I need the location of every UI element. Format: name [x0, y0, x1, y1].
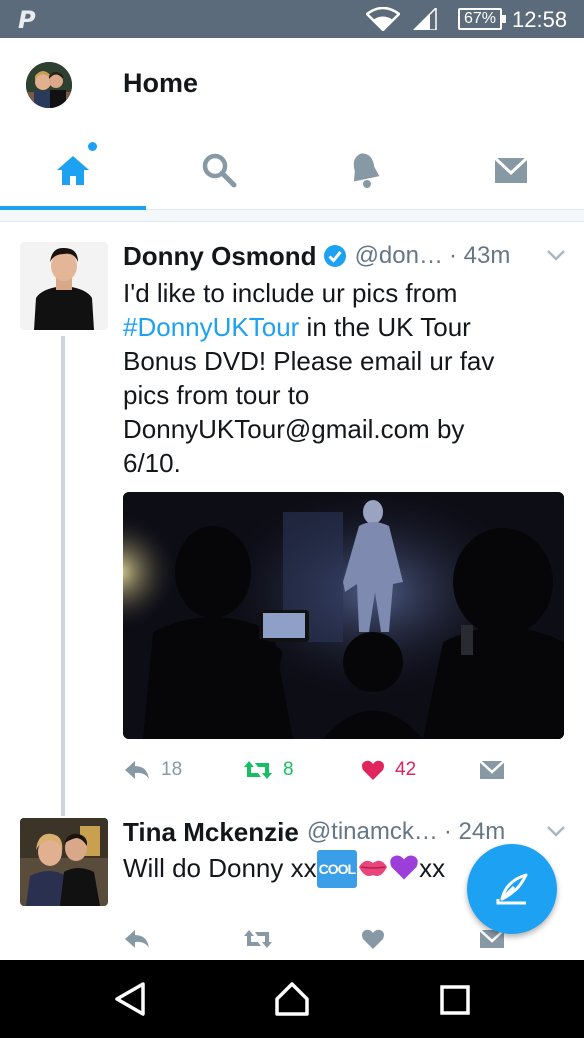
tweet-timestamp: · 43m	[448, 242, 511, 269]
tweet-text-line: Will do Donny xx	[123, 853, 317, 883]
thread-line	[61, 336, 65, 816]
notification-dot	[88, 142, 97, 151]
home-icon	[57, 156, 89, 185]
search-icon	[202, 153, 237, 188]
retweet-icon	[244, 930, 272, 948]
tweet-avatar[interactable]	[20, 242, 108, 330]
cool-emoji: COOL	[316, 850, 358, 888]
tweet-text-line: 6/10.	[123, 448, 181, 478]
purple-heart-icon	[390, 855, 418, 880]
retweet-button[interactable]	[243, 924, 273, 954]
wifi-icon	[366, 7, 400, 31]
page-title: Home	[123, 68, 199, 98]
home-circle-icon[interactable]	[273, 981, 311, 1017]
tab-messages[interactable]	[438, 130, 584, 210]
verified-icon	[323, 245, 346, 267]
compose-feather-icon	[496, 873, 528, 905]
chevron-down-icon[interactable]	[546, 248, 566, 262]
heart-icon	[362, 929, 384, 949]
bell-icon	[353, 153, 380, 188]
tweet-text-line: I'd like to include ur pics from	[123, 278, 458, 308]
reply-icon	[125, 761, 149, 779]
chevron-down-icon[interactable]	[546, 824, 566, 838]
recents-icon[interactable]	[438, 981, 472, 1017]
retweet-icon	[244, 761, 272, 779]
tweet-timestamp: · 24m	[443, 818, 506, 845]
dm-button[interactable]	[479, 755, 505, 785]
reply-count: 18	[161, 759, 183, 780]
status-bar: P 67% 12:58	[0, 0, 584, 38]
envelope-icon	[479, 760, 505, 779]
heart-icon	[362, 760, 384, 780]
author-name[interactable]: Donny Osmond	[123, 241, 317, 272]
signal-icon	[412, 8, 437, 30]
back-icon[interactable]	[113, 981, 147, 1017]
kiss-lips-icon	[359, 860, 388, 876]
retweet-button[interactable]: 8	[243, 755, 294, 785]
tweet-media-photo[interactable]	[123, 492, 564, 739]
reply-button[interactable]	[123, 924, 151, 954]
battery-indicator: 67%	[458, 8, 506, 30]
reply-button[interactable]: 18	[123, 755, 182, 785]
tweet-actions: 18 8 42	[123, 755, 563, 785]
tab-home[interactable]	[0, 130, 146, 210]
tweet-header: Donny Osmond @don… · 43m	[123, 240, 510, 272]
tab-notifications[interactable]	[292, 130, 438, 210]
tweet-header: Tina Mckenzie @tinamck… · 24m	[123, 816, 505, 848]
author-name[interactable]: Tina Mckenzie	[123, 817, 299, 848]
status-clock: 12:58	[512, 7, 568, 32]
tab-bar	[0, 130, 584, 210]
like-button[interactable]	[361, 924, 385, 954]
system-nav-bar	[0, 960, 584, 1038]
author-handle: @tinamck…	[306, 818, 438, 845]
paypal-icon: P	[18, 6, 36, 34]
envelope-icon	[493, 156, 529, 183]
feed-divider	[0, 210, 584, 222]
retweet-count: 8	[283, 759, 294, 780]
tab-search[interactable]	[146, 130, 292, 210]
like-count: 42	[395, 759, 417, 780]
tweet-text-line: DonnyUKTour@gmail.com by	[123, 414, 465, 444]
author-handle: @don…	[354, 242, 443, 269]
tweet-avatar[interactable]	[20, 818, 108, 906]
reply-icon	[125, 930, 149, 948]
hashtag-link[interactable]: #DonnyUKTour	[123, 312, 299, 342]
profile-avatar[interactable]	[26, 62, 72, 108]
like-button[interactable]: 42	[361, 755, 416, 785]
tweet-text: I'd like to include ur pics from #DonnyU…	[123, 276, 563, 480]
tweet-text-line: in the UK Tour	[299, 312, 471, 342]
tweet-text-line: pics from tour to	[123, 380, 310, 410]
compose-tweet-button[interactable]	[467, 844, 557, 934]
tweet-text-line: Bonus DVD! Please email ur fav	[123, 346, 495, 376]
tweet-text-line: xx	[419, 853, 446, 883]
app-header: Home	[0, 38, 584, 130]
